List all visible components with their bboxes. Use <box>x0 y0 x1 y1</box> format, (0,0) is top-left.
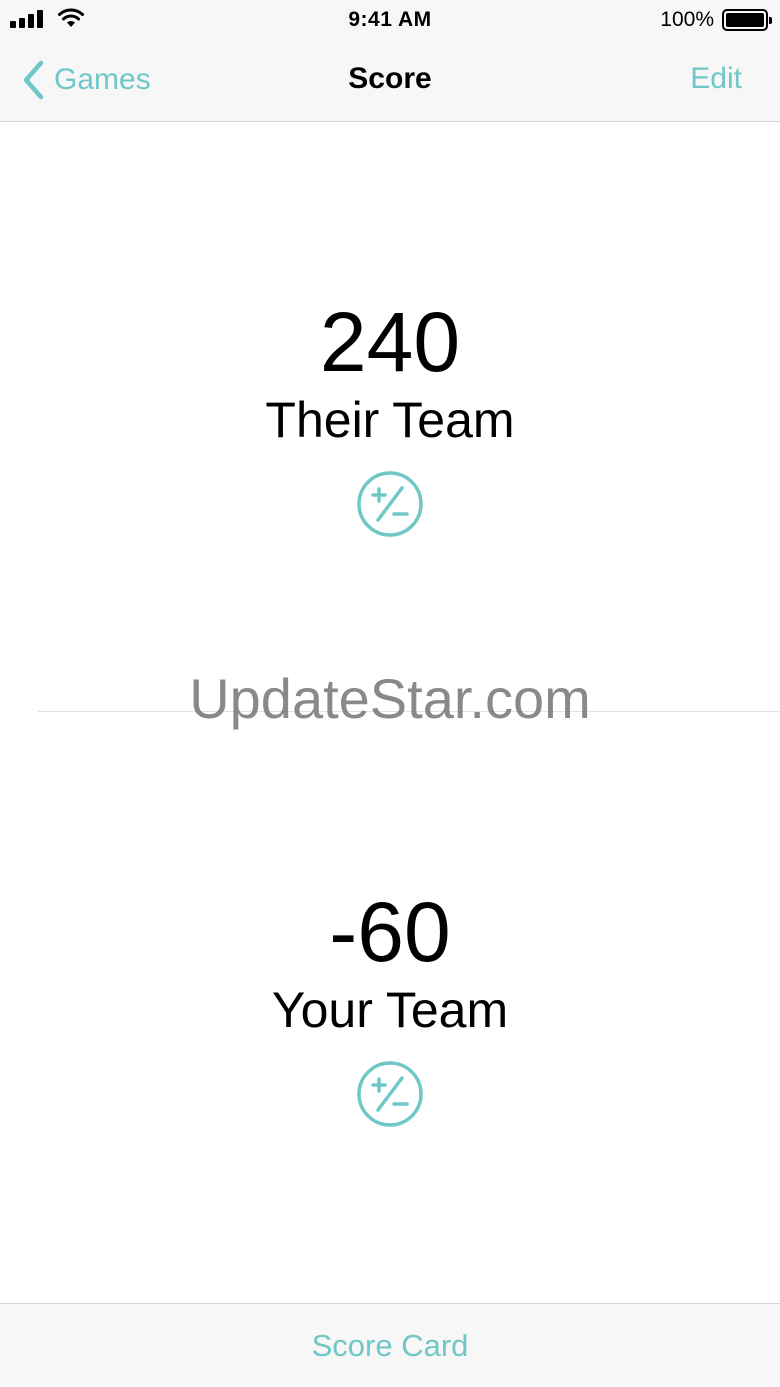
battery-icon <box>722 9 772 31</box>
nav-bar: Games Score Edit <box>0 40 780 122</box>
team-section-your: -60 Your Team <box>0 884 780 1133</box>
status-right: 100% <box>660 8 772 32</box>
battery-cap <box>769 17 772 24</box>
team-score: 240 <box>319 295 461 389</box>
plus-minus-icon <box>357 471 423 537</box>
team-name: Their Team <box>265 392 515 448</box>
adjust-score-button[interactable] <box>356 1060 424 1128</box>
edit-button[interactable]: Edit <box>690 62 742 96</box>
team-score: -60 <box>329 885 451 979</box>
team-name: Your Team <box>271 982 509 1038</box>
battery-fill <box>726 13 764 27</box>
watermark: UpdateStar.com <box>189 667 591 730</box>
battery-percent: 100% <box>660 8 714 31</box>
status-bar: 9:41 AM 100% <box>0 0 780 40</box>
score-card-button[interactable]: Score Card <box>0 1328 780 1364</box>
bottom-toolbar: Score Card <box>0 1303 780 1387</box>
page-title: Score <box>348 62 432 95</box>
team-section-their: 240 Their Team <box>0 294 780 543</box>
adjust-score-button[interactable] <box>356 470 424 538</box>
plus-minus-icon <box>357 1061 423 1127</box>
